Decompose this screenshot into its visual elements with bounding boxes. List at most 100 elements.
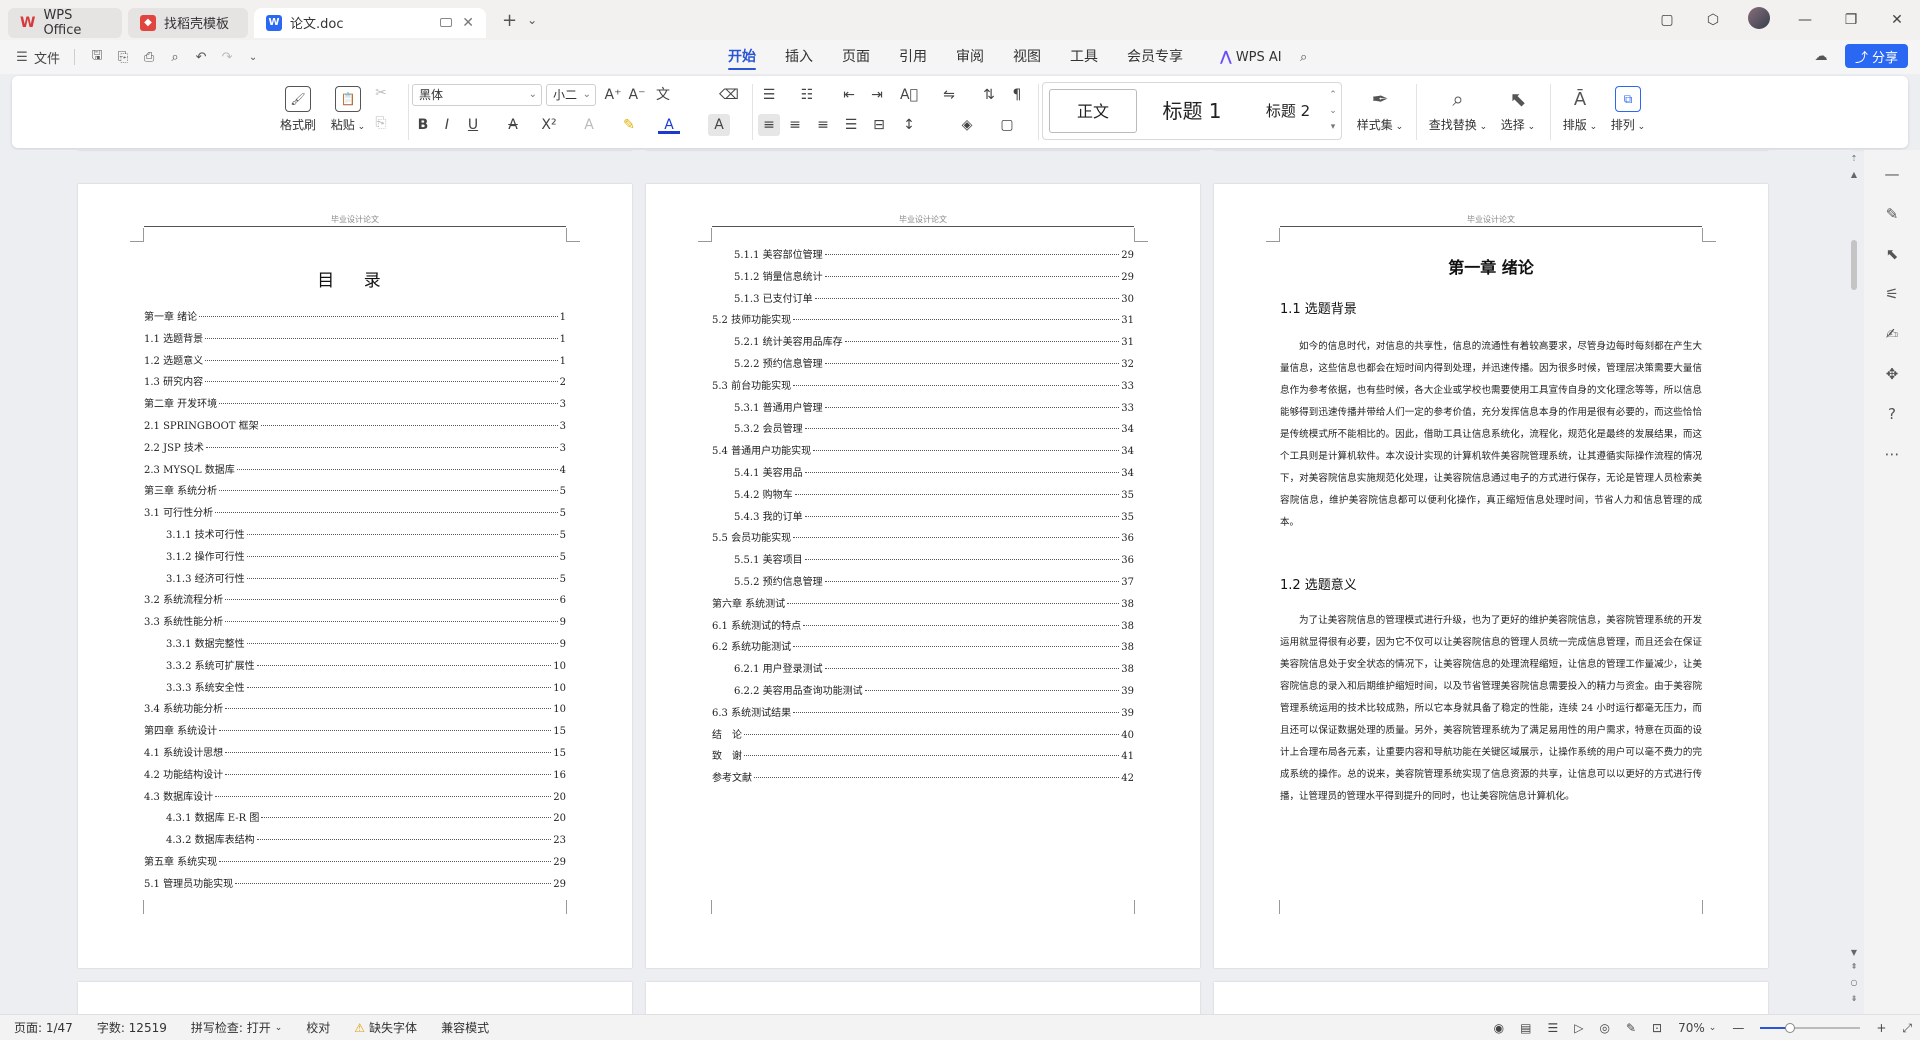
toc-entry[interactable]: 5.3.1 普通用户管理 33 (712, 399, 1134, 421)
distributed-icon[interactable]: ⊟ (868, 114, 890, 136)
toc-entry[interactable]: 3.1.3 经济可行性 5 (144, 570, 566, 592)
fit-page-icon[interactable]: ⊡ (1652, 1021, 1662, 1035)
toc-entry[interactable]: 4.2 功能结构设计 16 (144, 766, 566, 788)
scroll-up-icon[interactable]: ▲ (1848, 170, 1860, 179)
bullet-list-icon[interactable]: ☰ (758, 84, 780, 106)
toc-entry[interactable]: 5.4.1 美容用品 34 (712, 464, 1134, 486)
tab-insert[interactable]: 插入 (785, 40, 813, 74)
chinese-layout-icon[interactable]: A⃞ (898, 84, 920, 106)
toc-entry[interactable]: 3.4 系统功能分析 10 (144, 700, 566, 722)
toc-entry[interactable]: 2.1 SPRINGBOOT 框架 3 (144, 417, 566, 439)
document-canvas[interactable]: 毕业设计论文 目 录 第一章 绪论 1 1.1 选题背景 1 1.2 选题意义 1 1.3 … (0, 150, 1852, 1014)
style-set-button[interactable]: ✒ 样式集 ⌄ (1354, 86, 1406, 133)
toc-entry[interactable]: 参考文献 42 (712, 769, 1134, 791)
play-icon[interactable]: ▷ (1574, 1021, 1583, 1035)
toc-entry[interactable]: 2.3 MYSQL 数据库 4 (144, 461, 566, 483)
pen-mode-icon[interactable]: ✎ (1626, 1021, 1636, 1035)
strikethrough-icon[interactable]: A (502, 114, 524, 136)
toc-entry[interactable]: 3.3.2 系统可扩展性 10 (144, 657, 566, 679)
chevron-down-icon[interactable]: ⌄ (1709, 1023, 1717, 1033)
toc-entry[interactable]: 5.1.3 已支付订单 30 (712, 290, 1134, 312)
zoom-slider-knob[interactable] (1785, 1023, 1796, 1033)
char-shading-icon[interactable]: A (708, 114, 730, 136)
search-icon[interactable]: ⌕ (1296, 49, 1312, 65)
zoom-in-icon[interactable]: + (1876, 1021, 1886, 1035)
tab-page[interactable]: 页面 (842, 40, 870, 74)
prev-page-icon[interactable]: ⇞ (1848, 962, 1860, 971)
show-marks-icon[interactable]: ¶ (1006, 84, 1028, 106)
avatar[interactable] (1736, 7, 1782, 33)
toc-entry[interactable]: 5.4.2 购物车 35 (712, 486, 1134, 508)
text-effect-icon[interactable]: A (578, 114, 600, 136)
select-pointer-icon[interactable]: ⬉ (1882, 244, 1902, 264)
toc-entry[interactable]: 5.5 会员功能实现 36 (712, 529, 1134, 551)
toc-entry[interactable]: 5.2.2 预约信息管理 32 (712, 355, 1134, 377)
line-spacing-icon[interactable]: ↕ (898, 114, 920, 136)
toc-entry[interactable]: 4.3 数据库设计 20 (144, 788, 566, 810)
toc-entry[interactable]: 2.2 JSP 技术 3 (144, 439, 566, 461)
restore-icon[interactable]: ❐ (1828, 12, 1874, 28)
grow-font-icon[interactable]: A⁺ (602, 84, 624, 106)
toc-entry[interactable]: 3.1 可行性分析 5 (144, 504, 566, 526)
cloud-icon[interactable]: ☁ (1813, 48, 1829, 64)
toc-entry[interactable]: 第五章 系统实现 29 (144, 853, 566, 875)
toc-entry[interactable]: 1.1 选题背景 1 (144, 330, 566, 352)
toc-entry[interactable]: 3.2 系统流程分析 6 (144, 591, 566, 613)
tab-references[interactable]: 引用 (899, 40, 927, 74)
minimize-icon[interactable]: — (1782, 12, 1828, 28)
scroll-down-icon[interactable]: ▼ (1848, 948, 1860, 957)
numbered-list-icon[interactable]: ☷ (796, 84, 818, 106)
close-tab-icon[interactable]: ✕ (462, 15, 474, 31)
more-chevron-icon[interactable]: ⌄ (245, 49, 261, 65)
file-menu[interactable]: 文件 (34, 48, 60, 67)
select-button[interactable]: ⬉ 选择 ⌄ (1496, 86, 1540, 133)
fullscreen-icon[interactable]: ⤢ (1902, 1021, 1912, 1036)
new-tab-button[interactable]: + (494, 10, 525, 31)
vertical-scrollbar[interactable]: ⇡ ▲ ▼ ⇞ ○ ⇟ (1848, 150, 1860, 1014)
clear-format-icon[interactable]: ⌫ (718, 84, 740, 106)
toc-entry[interactable]: 5.3 前台功能实现 33 (712, 377, 1134, 399)
align-left-icon[interactable]: ≡ (758, 114, 780, 136)
close-window-icon[interactable]: ✕ (1874, 12, 1920, 28)
toc-entry[interactable]: 6.1 系统测试的特点 38 (712, 617, 1134, 639)
spell-check-toggle[interactable]: 拼写检查: 打开 ⌄ (179, 1019, 294, 1036)
underline-icon[interactable]: U (462, 114, 484, 136)
toc-entry[interactable]: 3.1.2 操作可行性 5 (144, 548, 566, 570)
phonetic-guide-icon[interactable]: 文 (652, 84, 674, 106)
tab-document[interactable]: W 论文.doc ✕ (254, 7, 486, 38)
tab-wps-office[interactable]: W WPS Office (8, 7, 122, 38)
print-preview-icon[interactable]: ⌕ (167, 49, 183, 65)
toc-entry[interactable]: 第六章 系统测试 38 (712, 595, 1134, 617)
toc-entry[interactable]: 第三章 系统分析 5 (144, 482, 566, 504)
toc-entry[interactable]: 5.3.2 会员管理 34 (712, 420, 1134, 442)
italic-icon[interactable]: I (436, 114, 458, 136)
toc-entry[interactable]: 1.3 研究内容 2 (144, 373, 566, 395)
toc-entry[interactable]: 致 谢 41 (712, 747, 1134, 769)
toc-entry[interactable]: 6.2.2 美容用品查询功能测试 39 (712, 682, 1134, 704)
zoom-out-icon[interactable]: — (1732, 1021, 1744, 1035)
borders-icon[interactable]: ▢ (996, 114, 1018, 136)
font-family-select[interactable]: 黑体 ⌄ (412, 84, 542, 106)
align-center-icon[interactable]: ≡ (784, 114, 806, 136)
zoom-level[interactable]: 70% (1678, 1021, 1705, 1035)
settings-sliders-icon[interactable]: ⚟ (1882, 284, 1902, 304)
redo-icon[interactable]: ↷ (219, 49, 235, 65)
toc-entry[interactable]: 结 论 40 (712, 726, 1134, 748)
toc-entry[interactable]: 第二章 开发环境 3 (144, 395, 566, 417)
save-icon[interactable]: 🖫 (89, 48, 105, 65)
tab-list-chevron-icon[interactable]: ⌄ (525, 13, 539, 27)
wps-ai-button[interactable]: ⋀ WPS AI (1220, 49, 1282, 65)
pen-icon[interactable]: ✎ (1882, 204, 1902, 224)
highlight-icon[interactable]: ✎ (618, 114, 640, 136)
scroll-top-icon[interactable]: ⇡ (1848, 154, 1860, 163)
superscript-icon[interactable]: X² (538, 114, 560, 136)
tab-tools[interactable]: 工具 (1070, 40, 1098, 74)
tab-review[interactable]: 审阅 (956, 40, 984, 74)
toc-entry[interactable]: 5.1.2 销量信息统计 29 (712, 268, 1134, 290)
toc-entry[interactable]: 4.1 系统设计思想 15 (144, 744, 566, 766)
toc-entry[interactable]: 3.1.1 技术可行性 5 (144, 526, 566, 548)
toc-entry[interactable]: 3.3.1 数据完整性 9 (144, 635, 566, 657)
tab-view[interactable]: 视图 (1013, 40, 1041, 74)
align-right-icon[interactable]: ≡ (812, 114, 834, 136)
style-scroll-icon[interactable]: ⌃ ⌄ ▾ (1327, 87, 1339, 135)
